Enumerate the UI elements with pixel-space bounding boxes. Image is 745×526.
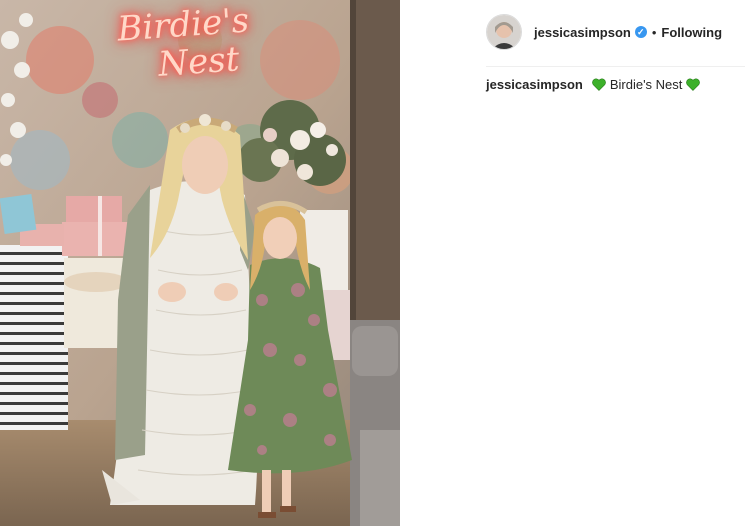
header-username[interactable]: jessicasimpson	[534, 25, 631, 40]
neon-sign: Birdie's Nest	[97, 0, 273, 102]
post-sidebar: jessicasimpson ✓ • Following jessicasimp…	[400, 0, 745, 526]
caption-text: Birdie's Nest	[609, 77, 683, 92]
avatar-image	[487, 15, 521, 49]
green-heart-icon	[686, 78, 701, 91]
profile-avatar[interactable]	[486, 14, 522, 50]
post-photo[interactable]: Birdie's Nest	[0, 0, 400, 526]
caption-username[interactable]: jessicasimpson	[486, 77, 583, 92]
header-divider	[486, 66, 745, 67]
post-caption: jessicasimpson Birdie's Nest	[486, 77, 704, 92]
post-header: jessicasimpson ✓ • Following	[486, 14, 722, 50]
verified-badge-icon: ✓	[634, 26, 647, 38]
following-button[interactable]: Following	[661, 25, 722, 40]
separator-dot: •	[651, 24, 657, 40]
green-heart-icon	[592, 78, 606, 91]
